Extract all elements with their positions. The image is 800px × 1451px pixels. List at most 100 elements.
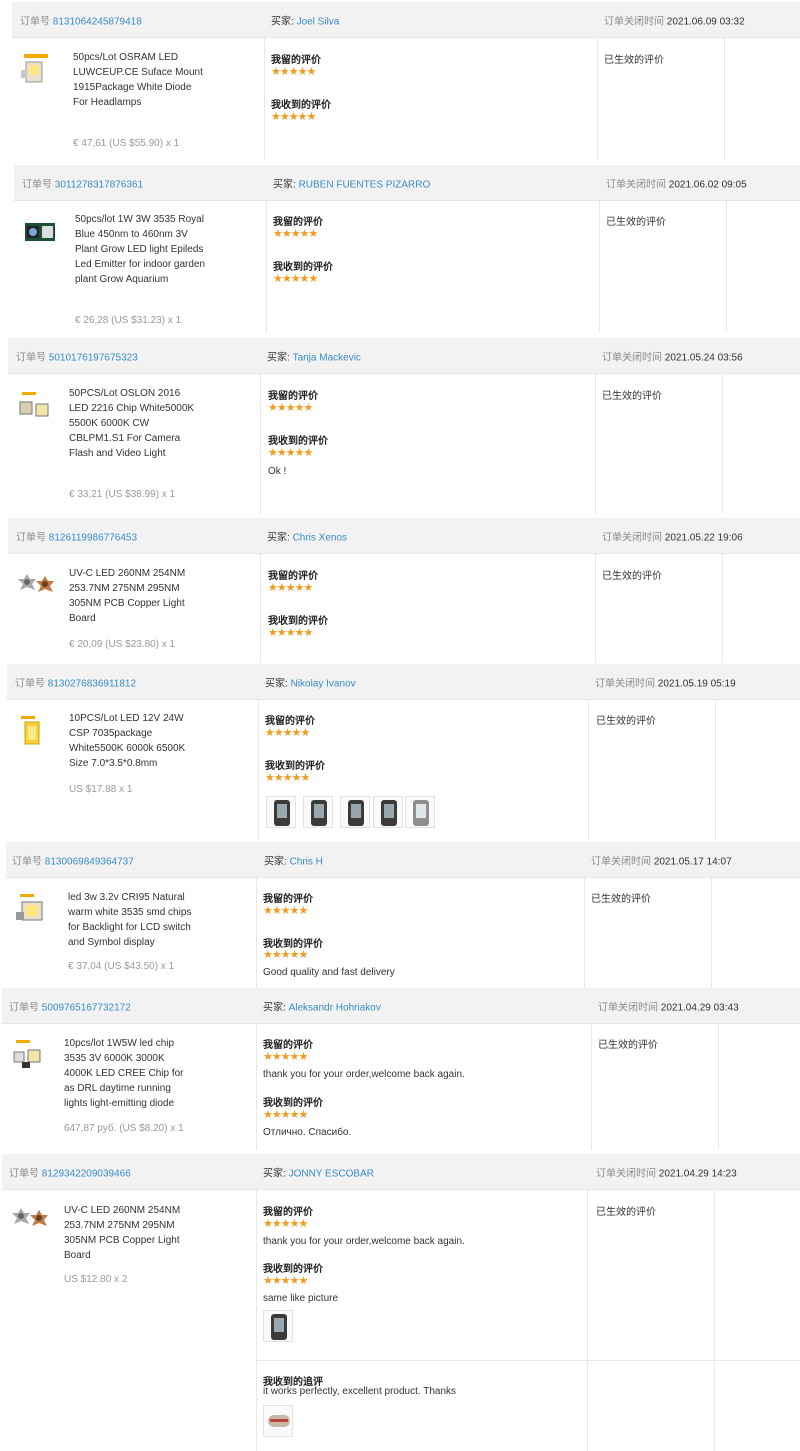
buyer-link[interactable]: Chris H [290,856,323,867]
buyer-link[interactable]: Tanja Mackevic [293,352,361,363]
order-number: 订单号 8130276836911812 [15,678,137,689]
order-number: 订单号 8126119986776453 [16,532,138,543]
led-chip-pair-icon[interactable] [16,388,52,424]
order-number-link[interactable]: 8129342209039466 [42,1168,131,1179]
order-number-link[interactable]: 5009765167732172 [42,1002,131,1013]
received-review-text: same like picture [263,1293,339,1304]
left-review-heading: 我留的评价 [268,571,318,582]
order-body: 10PCS/Lot LED 12V 24W CSP 7035package Wh… [7,700,800,840]
buyer: 买家: Nikolay Ivanov [265,678,356,689]
order-body: led 3w 3.2v CRI95 Natural warm white 353… [6,878,800,988]
product-title-link[interactable]: 50pcs/lot 1W 3W 3535 Royal Blue 450nm to… [75,212,207,287]
review-photo[interactable] [263,1405,293,1437]
copper-star-board-icon[interactable] [10,1202,48,1238]
product-title-link[interactable]: UV-C LED 260NM 254NM 253.7NM 275NM 295NM… [64,1203,196,1263]
review-status: 已生效的评价 [598,1040,658,1051]
buyer: 买家: JONNY ESCOBAR [263,1168,374,1179]
left-review-heading: 我留的评价 [263,894,313,905]
close-time: 订单关闭时间 2021.05.19 05:19 [595,678,736,689]
order-number: 订单号 5010176197675323 [16,352,138,363]
order-number: 订单号 3011278317876361 [22,179,144,190]
order-body: 10pcs/lot 1W5W led chip 3535 3V 6000K 30… [2,1024,800,1150]
order-card: 订单号 3011278317876361 买家: RUBEN FUENTES P… [14,165,800,333]
left-rating-stars: ★★★★★ [263,1051,308,1063]
received-review-heading: 我收到的评价 [265,761,325,772]
order-number: 订单号 5009765167732172 [9,1002,131,1013]
left-review-text: thank you for your order,welcome back ag… [263,1236,465,1247]
order-number-link[interactable]: 8126119986776453 [49,532,137,543]
left-rating-stars: ★★★★★ [271,66,316,78]
smd-led-chip-icon[interactable] [14,890,50,926]
buyer-link[interactable]: Chris Xenos [293,532,347,543]
led-emitter-board-icon[interactable] [22,213,58,249]
price-line: € 37,04 (US $43.50) x 1 [68,961,175,972]
review-photo[interactable] [303,796,333,828]
left-review-heading: 我留的评价 [265,716,315,727]
order-number-link[interactable]: 3011278317876361 [55,179,143,190]
product-title-link[interactable]: 10PCS/Lot LED 12V 24W CSP 7035package Wh… [69,711,201,771]
order-header: 订单号 8131064245879418 买家: Joel Silva 订单关闭… [12,2,800,38]
product-title-link[interactable]: 50PCS/Lot OSLON 2016 LED 2216 Chip White… [69,386,201,461]
received-review-heading: 我收到的评价 [263,1264,323,1275]
price-line: US $12.80 x 2 [64,1274,128,1285]
order-body: UV-C LED 260NM 254NM 253.7NM 275NM 295NM… [2,1190,800,1451]
close-time: 订单关闭时间 2021.06.09 03:32 [604,16,745,27]
buyer: 买家: Chris Xenos [267,532,348,543]
price-line: € 47,61 (US $55.90) x 1 [73,138,180,149]
left-review-heading: 我留的评价 [263,1207,313,1218]
buyer-link[interactable]: Aleksandr Hohriakov [289,1002,381,1013]
received-review-text: Good quality and fast delivery [263,967,395,978]
review-status: 已生效的评价 [602,571,662,582]
order-number-link[interactable]: 5010176197675323 [49,352,138,363]
copper-star-board-icon[interactable] [16,568,54,604]
order-header: 订单号 8126119986776453 买家: Chris Xenos 订单关… [8,518,800,554]
received-review-heading: 我收到的评价 [268,616,328,627]
smd-led-chip-icon[interactable] [18,50,54,86]
review-photo[interactable] [373,796,403,828]
left-review-heading: 我留的评价 [271,55,321,66]
buyer: 买家: Tanja Mackevic [267,352,361,363]
review-status: 已生效的评价 [602,391,662,402]
product-title-link[interactable]: UV-C LED 260NM 254NM 253.7NM 275NM 295NM… [69,566,201,626]
buyer: 买家: Chris H [264,856,323,867]
order-header: 订单号 8130069849364737 买家: Chris H 订单关闭时间 … [6,842,800,878]
order-card: 订单号 8126119986776453 买家: Chris Xenos 订单关… [8,518,800,663]
buyer-link[interactable]: RUBEN FUENTES PIZARRO [299,179,431,190]
received-review-heading: 我收到的评价 [263,1098,323,1109]
order-card: 订单号 5010176197675323 买家: Tanja Mackevic … [8,338,800,514]
left-review-text: thank you for your order,welcome back ag… [263,1069,465,1080]
order-number-link[interactable]: 8131064245879418 [53,16,142,27]
close-time: 订单关闭时间 2021.04.29 14:23 [596,1168,737,1179]
order-number-link[interactable]: 8130276836911812 [48,678,136,689]
order-card: 订单号 8130069849364737 买家: Chris H 订单关闭时间 … [6,842,800,988]
buyer-link[interactable]: JONNY ESCOBAR [289,1168,374,1179]
left-rating-stars: ★★★★★ [268,402,313,414]
csp-led-strip-icon[interactable] [15,712,51,748]
order-card: 订单号 5009765167732172 买家: Aleksandr Hohri… [2,988,800,1150]
review-photo[interactable] [263,1310,293,1342]
buyer-link[interactable]: Nikolay Ivanov [291,678,356,689]
received-rating-stars: ★★★★★ [265,772,310,784]
review-photo[interactable] [405,796,435,828]
left-review-heading: 我留的评价 [273,217,323,228]
buyer-link[interactable]: Joel Silva [297,16,340,27]
left-rating-stars: ★★★★★ [263,1218,308,1230]
product-title-link[interactable]: 10pcs/lot 1W5W led chip 3535 3V 6000K 30… [64,1036,196,1111]
led-chip-pair-icon[interactable] [10,1036,46,1072]
order-header: 订单号 8129342209039466 买家: JONNY ESCOBAR 订… [2,1154,800,1190]
received-rating-stars: ★★★★★ [273,273,318,285]
left-rating-stars: ★★★★★ [268,582,313,594]
product-title-link[interactable]: led 3w 3.2v CRI95 Natural warm white 353… [68,890,200,950]
order-number-link[interactable]: 8130069849364737 [45,856,134,867]
close-time: 订单关闭时间 2021.05.24 03:56 [602,352,743,363]
review-status: 已生效的评价 [591,894,651,905]
left-rating-stars: ★★★★★ [263,905,308,917]
close-time: 订单关闭时间 2021.05.22 19:06 [602,532,743,543]
product-title-link[interactable]: 50pcs/Lot OSRAM LED LUWCEUP.CE Suface Mo… [73,50,205,110]
order-header: 订单号 3011278317876361 买家: RUBEN FUENTES P… [14,165,800,201]
review-photo[interactable] [340,796,370,828]
review-photo[interactable] [266,796,296,828]
price-line: € 20,09 (US $23.80) x 1 [69,639,176,650]
received-rating-stars: ★★★★★ [263,1109,308,1121]
order-header: 订单号 5010176197675323 买家: Tanja Mackevic … [8,338,800,374]
